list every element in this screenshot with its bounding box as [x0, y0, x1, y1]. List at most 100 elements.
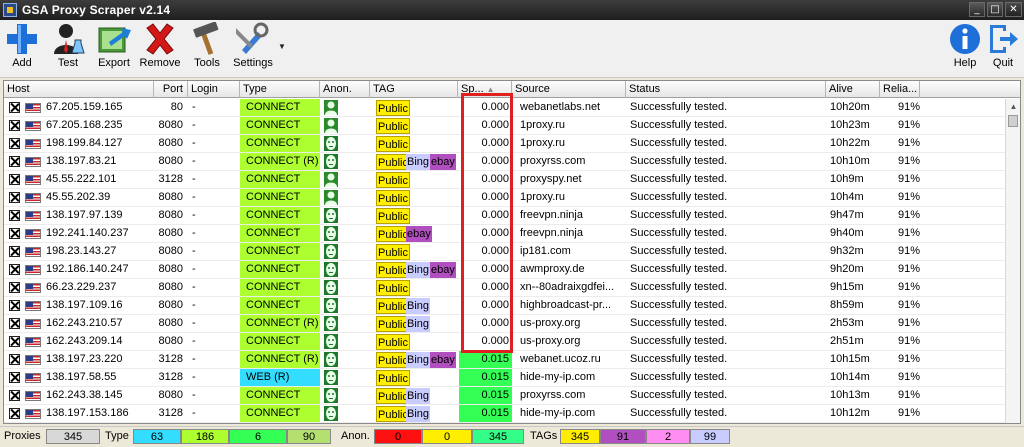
reliability-cell: 91% [897, 101, 920, 113]
settings-dropdown-icon[interactable]: ▼ [278, 42, 286, 51]
status-cell: Successfully tested. [630, 209, 728, 221]
table-row[interactable]: 66.23.229.237 8080- CONNECT Public 0.000 xn--… [4, 279, 1006, 297]
column-port[interactable]: Port [154, 81, 188, 98]
host-cell: 138.197.97.139 [46, 209, 123, 221]
table-row[interactable]: 162.243.38.145 8080- CONNECT Public Bing 0.01… [4, 387, 1006, 405]
title-bar: GSA Proxy Scraper v2.14 _ □ ✕ [0, 0, 1024, 20]
row-checkbox[interactable] [9, 264, 20, 275]
settings-button[interactable]: Settings [232, 22, 274, 76]
row-checkbox[interactable] [9, 210, 20, 221]
scroll-up-icon[interactable]: ▲ [1006, 99, 1020, 114]
type-cell: CONNECT [240, 189, 320, 206]
type-cell: CONNECT [240, 99, 320, 116]
test-button[interactable]: Test [50, 22, 86, 76]
table-row[interactable]: 67.205.168.235 8080- CONNECT Public 0.000 1pr… [4, 117, 1006, 135]
row-checkbox[interactable] [9, 354, 20, 365]
help-button[interactable]: Help [950, 22, 980, 76]
remove-button[interactable]: Remove [140, 22, 180, 76]
speed-cell: 0.000 [481, 281, 509, 293]
column-login[interactable]: Login [188, 81, 240, 98]
row-checkbox[interactable] [9, 372, 20, 383]
tags-count-public: 345 [560, 429, 600, 444]
table-row[interactable]: 45.55.222.101 3128- CONNECT Public 0.000 prox… [4, 171, 1006, 189]
row-checkbox[interactable] [9, 228, 20, 239]
column-source[interactable]: Source [512, 81, 626, 98]
tools-button[interactable]: Tools [190, 22, 224, 76]
alive-cell: 2h51m [830, 335, 864, 347]
row-checkbox[interactable] [9, 246, 20, 257]
row-checkbox[interactable] [9, 300, 20, 311]
reliability-cell: 91% [897, 299, 920, 311]
table-row[interactable]: 198.199.84.127 8080- CONNECT Public 0.000 1pr… [4, 135, 1006, 153]
tag-public: Public [376, 316, 410, 332]
anon-cell [322, 189, 372, 206]
us-flag-icon [25, 355, 41, 365]
type-cell: CONNECT [240, 135, 320, 152]
login-cell: - [192, 317, 196, 329]
table-row[interactable]: 198.23.143.27 8080- CONNECT Public 0.000 ip18… [4, 243, 1006, 261]
column-tag[interactable]: TAG [370, 81, 458, 98]
status-cell: Successfully tested. [630, 335, 728, 347]
row-checkbox[interactable] [9, 120, 20, 131]
table-row[interactable]: 138.197.83.21 8080- CONNECT (R) Public Bing e… [4, 153, 1006, 171]
login-cell: - [192, 371, 196, 383]
table-row[interactable]: 138.197.58.55 3128- WEB (R) Public 0.015 hide… [4, 369, 1006, 387]
row-checkbox[interactable] [9, 138, 20, 149]
column-anon[interactable]: Anon. [320, 81, 370, 98]
status-cell: Successfully tested. [630, 155, 728, 167]
column-alive[interactable]: Alive [826, 81, 880, 98]
host-cell: 162.243.38.145 [46, 389, 123, 401]
speed-cell: 0.000 [481, 299, 509, 311]
anon-cell [322, 225, 372, 242]
close-icon[interactable]: ✕ [1005, 2, 1022, 17]
row-checkbox[interactable] [9, 318, 20, 329]
port-cell: 3128 [158, 371, 183, 383]
login-cell: - [192, 173, 196, 185]
tag-cell: Public Bing [374, 387, 458, 404]
row-checkbox[interactable] [9, 174, 20, 185]
table-row[interactable]: 192.186.140.247 8080- CONNECT Public Bing eba… [4, 261, 1006, 279]
table-row[interactable]: 162.243.209.14 8080- CONNECT Public 0.000 us-… [4, 333, 1006, 351]
reliability-cell: 91% [897, 389, 920, 401]
type-cell: CONNECT [240, 405, 320, 422]
column-type[interactable]: Type [240, 81, 320, 98]
export-button[interactable]: Export [96, 22, 132, 76]
minimize-icon[interactable]: _ [969, 2, 985, 17]
table-row[interactable]: 138.197.153.186 3128- CONNECT Public Bing 0.0… [4, 405, 1006, 423]
host-cell: 138.197.23.220 [46, 353, 123, 365]
add-button[interactable]: Add [6, 22, 38, 76]
vertical-scrollbar[interactable]: ▲ [1005, 99, 1020, 423]
alive-cell: 9h20m [830, 263, 864, 275]
reliability-cell: 91% [897, 353, 920, 365]
row-checkbox[interactable] [9, 156, 20, 167]
row-checkbox[interactable] [9, 192, 20, 203]
quit-button[interactable]: Quit [988, 22, 1018, 76]
table-row[interactable]: 138.197.97.139 8080- CONNECT Public 0.000 fre… [4, 207, 1006, 225]
column-speed[interactable]: Sp... ▲ [458, 81, 512, 98]
table-body: 67.205.159.165 80- CONNECT Public 0.000 weban… [4, 99, 1006, 423]
table-row[interactable]: 45.55.202.39 8080- CONNECT Public 0.000 1prox… [4, 189, 1006, 207]
scroll-thumb[interactable] [1008, 115, 1018, 127]
row-checkbox[interactable] [9, 408, 20, 419]
alive-cell: 9h15m [830, 281, 864, 293]
maximize-icon[interactable]: □ [987, 2, 1003, 17]
type-cell: CONNECT [240, 243, 320, 260]
column-host[interactable]: Host [4, 81, 154, 98]
row-checkbox[interactable] [9, 336, 20, 347]
tag-cell: Public [374, 189, 458, 206]
row-checkbox[interactable] [9, 282, 20, 293]
table-row[interactable]: 138.197.23.220 3128- CONNECT (R) Public Bing… [4, 351, 1006, 369]
table-row[interactable]: 162.243.210.57 8080- CONNECT (R) Public Bing… [4, 315, 1006, 333]
anonymous-mask-icon [324, 298, 338, 313]
column-reliability[interactable]: Relia... [880, 81, 920, 98]
tag-public: Public [376, 190, 410, 206]
row-checkbox[interactable] [9, 102, 20, 113]
table-row[interactable]: 192.241.140.237 8080- CONNECT Public ebay 0.0… [4, 225, 1006, 243]
table-row[interactable]: 138.197.109.16 8080- CONNECT Public Bing 0.00… [4, 297, 1006, 315]
row-checkbox[interactable] [9, 390, 20, 401]
us-flag-icon [25, 139, 41, 149]
type-count-socks4: 6 [229, 429, 287, 444]
tag-cell: Public Bing [374, 315, 458, 332]
column-status[interactable]: Status [626, 81, 826, 98]
table-row[interactable]: 67.205.159.165 80- CONNECT Public 0.000 weban… [4, 99, 1006, 117]
